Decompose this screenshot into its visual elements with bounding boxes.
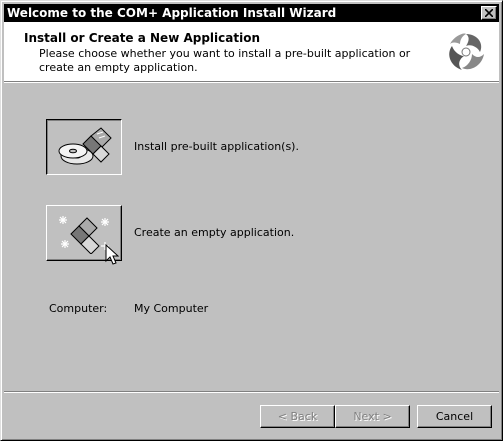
close-icon — [485, 9, 493, 17]
computer-value: My Computer — [134, 302, 209, 315]
page-title: Install or Create a New Application — [24, 31, 261, 45]
page-subtitle: Please choose whether you want to instal… — [39, 47, 411, 74]
title-bar[interactable]: Welcome to the COM+ Application Install … — [4, 4, 499, 22]
install-prebuilt-button[interactable] — [46, 119, 122, 175]
wizard-header: Install or Create a New Application Plea… — [4, 22, 499, 81]
close-button[interactable] — [481, 6, 497, 20]
header-divider — [4, 81, 499, 83]
mouse-cursor-icon — [105, 244, 120, 265]
window-title: Welcome to the COM+ Application Install … — [7, 6, 337, 20]
cancel-button[interactable]: Cancel — [417, 405, 492, 428]
install-prebuilt-label[interactable]: Install pre-built application(s). — [134, 140, 299, 153]
back-button[interactable]: < Back — [260, 405, 335, 428]
cd-package-icon — [58, 127, 112, 165]
footer-divider — [4, 391, 499, 393]
wizard-swirl-icon — [449, 33, 484, 70]
next-button[interactable]: Next > — [335, 405, 410, 428]
create-empty-label[interactable]: Create an empty application. — [134, 226, 294, 239]
wizard-window: Welcome to the COM+ Application Install … — [0, 0, 503, 441]
computer-label: Computer: — [49, 302, 108, 315]
